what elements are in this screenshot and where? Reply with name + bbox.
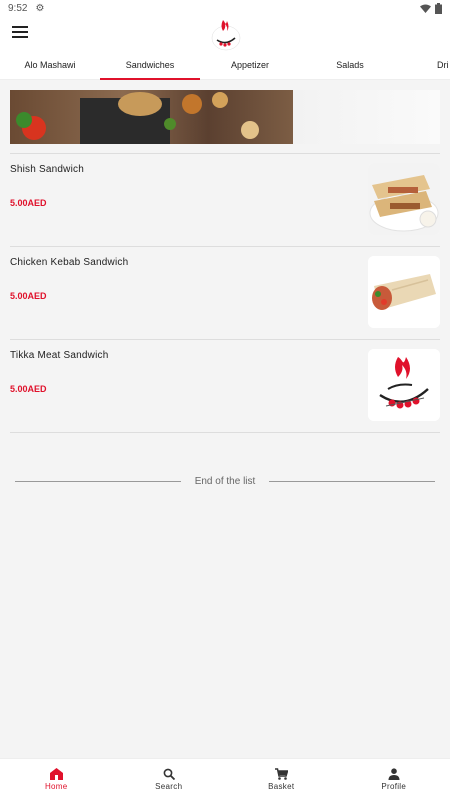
category-banner <box>10 90 440 144</box>
item-image-brand-logo <box>368 349 440 421</box>
nav-search[interactable]: Search <box>113 759 226 800</box>
battery-icon <box>435 2 442 14</box>
item-price: 5.00AED <box>10 291 47 301</box>
search-icon <box>163 768 175 780</box>
nav-label-profile: Profile <box>381 782 407 791</box>
tab-sandwiches[interactable]: Sandwiches <box>100 52 200 80</box>
item-name: Tikka Meat Sandwich <box>10 350 109 361</box>
bottom-navigation: Home Search Basket Profile <box>0 758 450 800</box>
end-of-list-text: End of the list <box>194 475 256 487</box>
tab-salads[interactable]: Salads <box>300 52 400 79</box>
tab-alo-mashawi[interactable]: Alo Mashawi <box>0 52 100 79</box>
status-time: 9:52 <box>8 2 28 14</box>
nav-basket[interactable]: Basket <box>225 759 338 800</box>
item-image-wrap-platter <box>368 163 440 235</box>
cart-icon <box>274 768 288 780</box>
status-bar: 9:52 ⚙ <box>0 0 450 16</box>
person-icon <box>388 768 400 780</box>
brand-logo <box>211 20 241 51</box>
tab-appetizer[interactable]: Appetizer <box>200 52 300 79</box>
item-price: 5.00AED <box>10 384 47 394</box>
nav-profile[interactable]: Profile <box>338 759 450 800</box>
nav-label-basket: Basket <box>268 782 295 791</box>
nav-label-search: Search <box>155 782 183 791</box>
nav-home[interactable]: Home <box>0 759 113 800</box>
item-name: Shish Sandwich <box>10 164 84 175</box>
item-name: Chicken Kebab Sandwich <box>10 257 129 268</box>
menu-icon[interactable] <box>12 26 28 40</box>
nav-label-home: Home <box>44 782 68 791</box>
item-price: 5.00AED <box>10 198 47 208</box>
tab-drinks[interactable]: Dri <box>400 52 450 79</box>
home-icon <box>49 768 63 780</box>
banner-food-photo <box>10 90 293 144</box>
menu-list[interactable]: Shish Sandwich 5.00AED Chicken Kebab San… <box>0 80 450 758</box>
end-line-right <box>269 480 435 482</box>
category-tabs: Alo Mashawi Sandwiches Appetizer Salads … <box>0 52 450 80</box>
banner-fade-area <box>293 90 440 144</box>
settings-gear-icon: ⚙ <box>35 2 45 14</box>
wifi-icon <box>420 4 431 13</box>
menu-item[interactable]: Tikka Meat Sandwich 5.00AED <box>10 340 440 433</box>
menu-item[interactable]: Chicken Kebab Sandwich 5.00AED <box>10 247 440 340</box>
menu-item[interactable]: Shish Sandwich 5.00AED <box>10 154 440 247</box>
item-image-wrap <box>368 256 440 328</box>
app-bar <box>0 16 450 52</box>
end-line-left <box>15 480 181 482</box>
end-of-list: End of the list <box>15 475 435 487</box>
